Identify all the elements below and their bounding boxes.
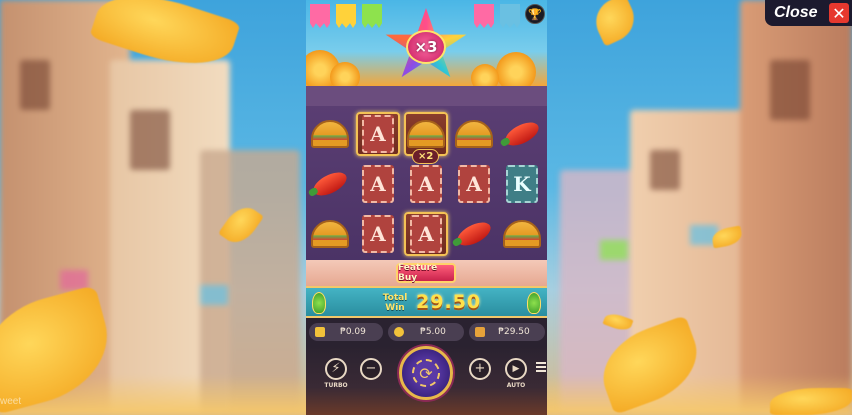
balance-value: ₱0.09 <box>340 327 366 337</box>
card-a-label: A <box>410 165 442 203</box>
symbol-chili <box>308 162 352 206</box>
coin-icon <box>394 327 404 337</box>
last-win-value: ₱29.50 <box>498 327 530 337</box>
papel-picado-flag <box>600 240 628 260</box>
auto-spin-button[interactable]: ▶ <box>505 358 527 380</box>
symbol-card-k: K <box>500 162 544 206</box>
taco-icon <box>455 120 493 148</box>
menu-icon[interactable] <box>536 362 546 372</box>
feature-buy-button[interactable]: Feature Buy <box>396 263 456 283</box>
balance-pill[interactable]: ₱0.09 <box>309 323 383 341</box>
win-pill: ₱29.50 <box>469 323 545 341</box>
game-panel: ×3 🏆 A A A A K A A ×2 Feature Buy Total … <box>306 0 547 415</box>
total-win-value: 29.50 <box>416 291 482 313</box>
background-window <box>20 60 50 110</box>
background-window <box>650 150 680 190</box>
reel-top-strip <box>306 86 547 106</box>
background-window <box>770 60 810 120</box>
feature-row: Feature Buy <box>306 260 547 286</box>
symbol-multiplier-badge: ×2 <box>412 149 440 164</box>
symbol-chili <box>500 112 544 156</box>
symbol-taco <box>500 212 544 256</box>
decrease-bet-button[interactable]: − <box>360 358 382 380</box>
symbol-card-a: A <box>404 162 448 206</box>
taco-icon <box>311 220 349 248</box>
reel-grid: A A A A K A A ×2 <box>306 86 547 260</box>
close-icon[interactable]: ✕ <box>829 3 849 23</box>
taco-icon <box>503 220 541 248</box>
papel-picado-flag <box>310 4 330 28</box>
lightning-icon: ⚡ <box>331 361 341 376</box>
edge-text: weet <box>0 396 22 407</box>
maraca-icon <box>527 292 541 314</box>
win-chest-icon <box>475 327 485 337</box>
symbol-card-a: A <box>356 212 400 256</box>
trophy-icon[interactable]: 🏆 <box>525 4 545 24</box>
auto-label: AUTO <box>506 382 526 389</box>
close-button[interactable]: Close ✕ <box>765 0 852 26</box>
spin-controls: ⚡ TURBO − ⟳ + ▶ AUTO <box>306 346 547 415</box>
papel-picado-flag <box>336 4 356 28</box>
symbol-card-a: A <box>404 212 448 256</box>
symbol-card-a: A <box>356 112 400 156</box>
background-window <box>130 110 170 170</box>
papel-picado-flag <box>474 4 494 28</box>
chili-icon <box>309 167 351 201</box>
turbo-label: TURBO <box>324 382 348 389</box>
symbol-taco <box>308 112 352 156</box>
card-a-label: A <box>362 115 394 153</box>
symbol-card-a: A <box>356 162 400 206</box>
card-a-label: A <box>362 215 394 253</box>
play-icon: ▶ <box>512 364 520 374</box>
maraca-icon <box>312 292 326 314</box>
symbol-taco <box>308 212 352 256</box>
symbol-chili <box>452 212 496 256</box>
taco-icon <box>407 120 445 148</box>
wallet-icon <box>315 327 325 337</box>
close-label: Close <box>774 4 818 21</box>
bet-pill[interactable]: ₱5.00 <box>388 323 464 341</box>
bet-value: ₱5.00 <box>420 327 446 337</box>
info-row: ₱0.09 ₱5.00 ₱29.50 <box>306 318 547 346</box>
taco-icon <box>311 120 349 148</box>
pinata-banner: ×3 🏆 <box>306 0 547 86</box>
total-win-label: Total Win <box>382 293 408 313</box>
increase-bet-button[interactable]: + <box>469 358 491 380</box>
chili-icon <box>501 117 543 151</box>
chili-icon <box>453 217 495 251</box>
total-win-bar: Total Win 29.50 <box>306 286 547 318</box>
marigold-flower <box>496 52 536 86</box>
card-a-label: A <box>362 165 394 203</box>
spin-button[interactable]: ⟳ <box>399 346 453 400</box>
symbol-taco <box>452 112 496 156</box>
card-a-label: A <box>410 215 442 253</box>
papel-picado-flag <box>362 4 382 28</box>
papel-picado-flag <box>500 4 520 28</box>
card-a-label: A <box>458 165 490 203</box>
papel-picado-flag <box>200 285 228 305</box>
spin-arrows-icon: ⟳ <box>412 359 440 387</box>
marigold-flower <box>471 64 499 86</box>
marigold-flower <box>330 62 360 86</box>
pinata-multiplier: ×3 <box>406 30 446 64</box>
turbo-button[interactable]: ⚡ <box>325 358 347 380</box>
card-k-label: K <box>506 165 538 203</box>
symbol-card-a: A <box>452 162 496 206</box>
